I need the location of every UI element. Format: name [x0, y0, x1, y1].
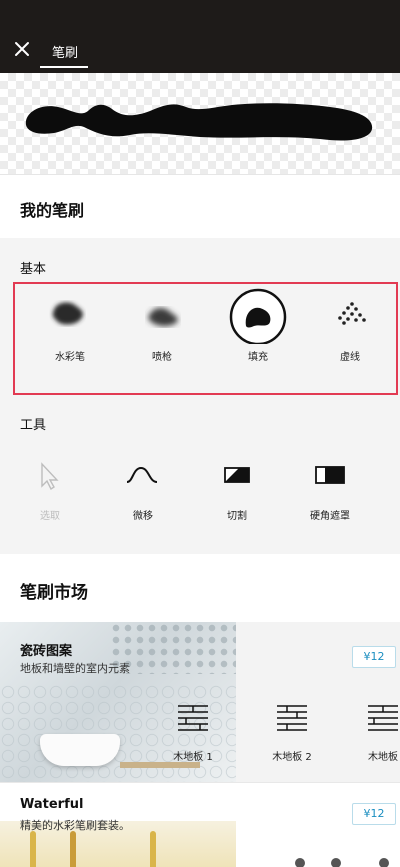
- tool-label: 切割: [227, 511, 247, 522]
- tab-underline: [40, 66, 88, 68]
- wood-floor-icon: [178, 705, 208, 731]
- price-button[interactable]: ¥12: [352, 646, 396, 668]
- floor-label: 木地板: [368, 752, 398, 763]
- tool-label: 微移: [133, 511, 153, 522]
- brush-fill[interactable]: 填充: [208, 284, 308, 363]
- brush-watercolor[interactable]: 水彩笔: [20, 284, 120, 363]
- tools-title: 工具: [20, 418, 47, 433]
- brush-label: 喷枪: [152, 352, 172, 363]
- floor-brush-2[interactable]: 木地板 2: [257, 698, 327, 763]
- section-title: 我的笔刷: [20, 201, 85, 220]
- brush-label: 虚线: [340, 352, 360, 363]
- market-title: 笔刷市场: [20, 583, 88, 603]
- pack-desc: 精美的水彩笔刷套装。: [20, 819, 130, 832]
- brush-label: 填充: [248, 352, 268, 363]
- brush-airbrush[interactable]: 喷枪: [112, 284, 212, 363]
- wave-icon: [126, 466, 158, 483]
- watercolor-brush-icon: [52, 302, 83, 325]
- tool-hard-mask[interactable]: 硬角遮罩: [280, 456, 380, 522]
- floor-label: 木地板 2: [272, 752, 312, 763]
- brush-label: 水彩笔: [55, 352, 85, 363]
- brush-preview: [0, 73, 400, 175]
- hard-mask-icon: [315, 466, 345, 484]
- fill-icon: [229, 288, 287, 346]
- close-icon[interactable]: [10, 37, 34, 61]
- cursor-icon: [41, 462, 59, 491]
- brush-sample-icons: [295, 858, 389, 867]
- cut-icon: [224, 467, 250, 483]
- pack-name: Waterful: [20, 797, 84, 812]
- price-button[interactable]: ¥12: [352, 803, 396, 825]
- pack-name: 瓷砖图案: [20, 644, 73, 659]
- tool-cut[interactable]: 切割: [187, 456, 287, 522]
- wood-floor-icon: [277, 705, 307, 731]
- floor-brush-1[interactable]: 木地板 1: [158, 698, 228, 763]
- wood-floor-icon: [368, 705, 398, 731]
- brush-dotted[interactable]: 虚线: [300, 284, 400, 363]
- floor-label: 木地板 1: [173, 752, 213, 763]
- tab-brush[interactable]: 笔刷: [52, 42, 78, 61]
- tool-label: 选取: [40, 511, 60, 522]
- top-bar: 笔刷: [0, 0, 400, 73]
- tool-label: 硬角遮罩: [310, 511, 350, 522]
- airbrush-icon: [148, 308, 178, 326]
- tool-select[interactable]: 选取: [0, 456, 100, 522]
- basic-title: 基本: [20, 262, 47, 277]
- dotted-line-icon: [338, 302, 366, 325]
- pack-desc: 地板和墙壁的室内元素: [20, 662, 130, 675]
- my-brushes-header: 我的笔刷: [0, 176, 400, 238]
- tool-nudge[interactable]: 微移: [93, 456, 193, 522]
- floor-brush-3[interactable]: 木地板: [348, 698, 400, 763]
